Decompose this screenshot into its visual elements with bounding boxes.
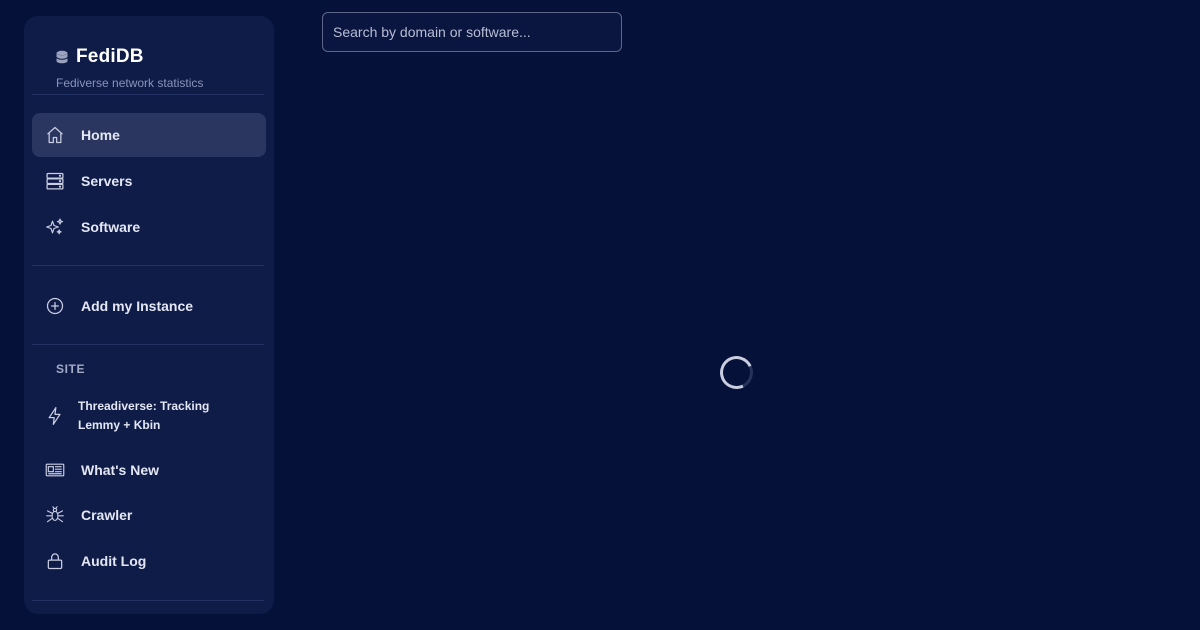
sidebar: FediDB Fediverse network statistics Home xyxy=(24,16,274,614)
brand-title: FediDB xyxy=(76,46,144,67)
home-icon xyxy=(45,125,65,145)
server-icon xyxy=(45,171,65,191)
sidebar-item-label: Software xyxy=(81,219,141,235)
sidebar-item-label: Add my Instance xyxy=(81,298,194,314)
divider xyxy=(32,344,264,345)
bug-icon xyxy=(45,505,65,525)
sidebar-item-label: Audit Log xyxy=(81,553,147,569)
divider xyxy=(32,94,264,95)
divider xyxy=(32,265,264,266)
spinner-icon xyxy=(715,351,758,394)
divider xyxy=(32,600,264,601)
sidebar-item-label: What's New xyxy=(81,462,160,478)
sidebar-item-threadiverse[interactable]: Threadiverse: Tracking Lemmy + Kbin xyxy=(32,394,266,438)
search-input[interactable] xyxy=(322,12,622,52)
page: FediDB Fediverse network statistics Home xyxy=(0,0,1200,630)
sparkles-icon xyxy=(45,217,65,237)
bolt-icon xyxy=(45,406,65,426)
sidebar-item-servers[interactable]: Servers xyxy=(32,159,266,203)
sidebar-item-label: Home xyxy=(81,127,120,143)
sidebar-item-whats-new[interactable]: What's New xyxy=(32,448,266,492)
database-icon xyxy=(56,50,68,64)
sidebar-item-label: Threadiverse: Tracking Lemmy + Kbin xyxy=(78,399,210,432)
brand-subtitle: Fediverse network statistics xyxy=(56,76,204,90)
sidebar-item-home[interactable]: Home xyxy=(32,113,266,157)
sidebar-item-label: Servers xyxy=(81,173,133,189)
add-instance-button[interactable]: Add my Instance xyxy=(32,284,266,328)
sidebar-item-label: Crawler xyxy=(81,507,133,523)
lock-icon xyxy=(45,551,65,571)
site-section-title: SITE xyxy=(56,362,86,376)
plus-circle-icon xyxy=(45,296,65,316)
sidebar-item-audit-log[interactable]: Audit Log xyxy=(32,539,266,583)
brand[interactable]: FediDB xyxy=(56,46,144,68)
newspaper-icon xyxy=(45,460,65,480)
sidebar-item-crawler[interactable]: Crawler xyxy=(32,493,266,537)
sidebar-item-software[interactable]: Software xyxy=(32,205,266,249)
